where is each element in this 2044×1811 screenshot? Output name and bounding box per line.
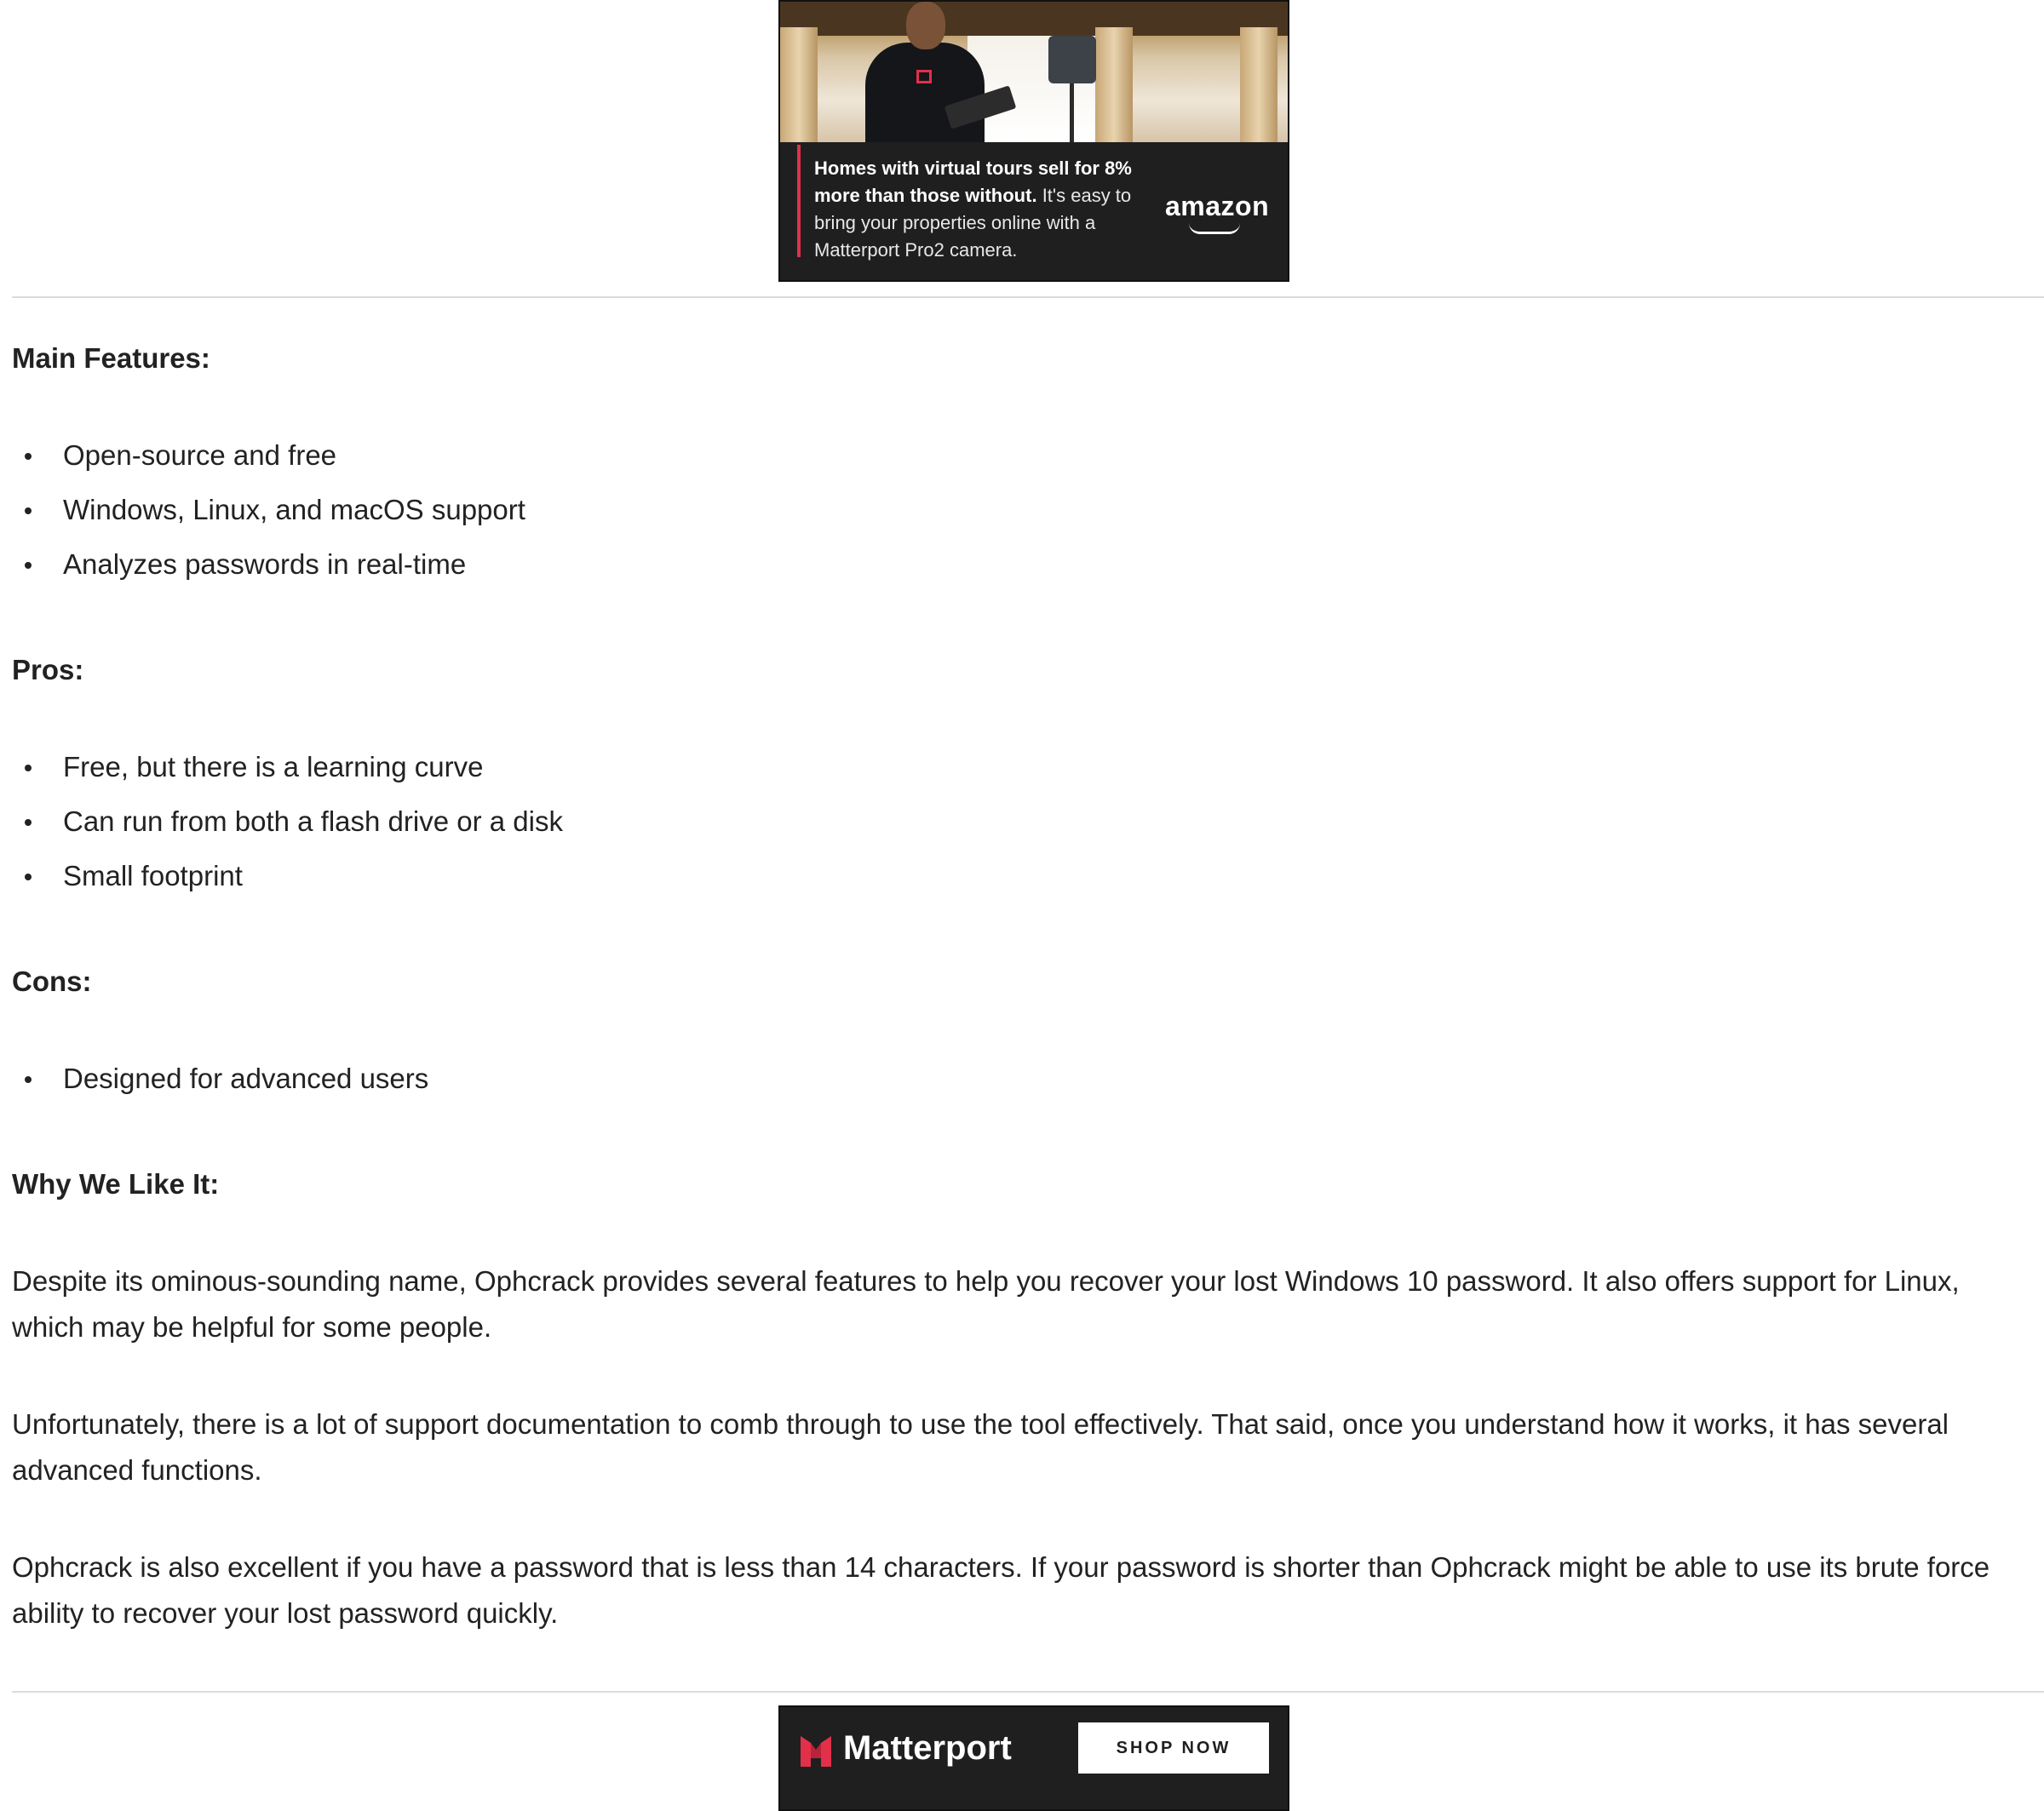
ad-copy: Homes with virtual tours sell for 8% mor…: [814, 155, 1155, 264]
features-list: Open-source and free Windows, Linux, and…: [12, 428, 525, 592]
ad-photo: [780, 2, 1288, 142]
list-item: Analyzes passwords in real-time: [12, 537, 525, 592]
matterport-shop-ad[interactable]: Matterport SHOP NOW: [778, 1705, 1289, 1811]
matterport-wordmark: Matterport: [843, 1729, 1012, 1767]
pros-heading: Pros:: [12, 654, 84, 685]
cons-list: Designed for advanced users: [12, 1052, 428, 1106]
matterport-logo-icon: [801, 1736, 831, 1767]
divider-bottom: [12, 1691, 2044, 1693]
amazon-smile-icon: [1189, 223, 1240, 234]
amazon-wordmark: amazon: [1165, 191, 1270, 221]
list-item: Open-source and free: [12, 428, 525, 483]
why-paragraph-3: Ophcrack is also excellent if you have a…: [12, 1551, 1990, 1629]
list-item: Windows, Linux, and macOS support: [12, 483, 525, 537]
list-item: Small footprint: [12, 849, 563, 903]
shop-now-button[interactable]: SHOP NOW: [1078, 1722, 1269, 1774]
ad-accent-bar: [797, 145, 801, 257]
list-item: Designed for advanced users: [12, 1052, 428, 1106]
matterport-amazon-ad[interactable]: Homes with virtual tours sell for 8% mor…: [778, 0, 1289, 282]
features-heading: Main Features:: [12, 342, 210, 374]
cons-heading: Cons:: [12, 966, 92, 997]
why-heading: Why We Like It:: [12, 1168, 220, 1200]
pros-list: Free, but there is a learning curve Can …: [12, 740, 563, 903]
list-item: Free, but there is a learning curve: [12, 740, 563, 794]
why-paragraph-2: Unfortunately, there is a lot of support…: [12, 1408, 1949, 1486]
list-item: Can run from both a flash drive or a dis…: [12, 794, 563, 849]
why-paragraph-1: Despite its ominous-sounding name, Ophcr…: [12, 1265, 1960, 1343]
amazon-logo: amazon: [1165, 191, 1270, 234]
divider-top: [12, 296, 2044, 298]
